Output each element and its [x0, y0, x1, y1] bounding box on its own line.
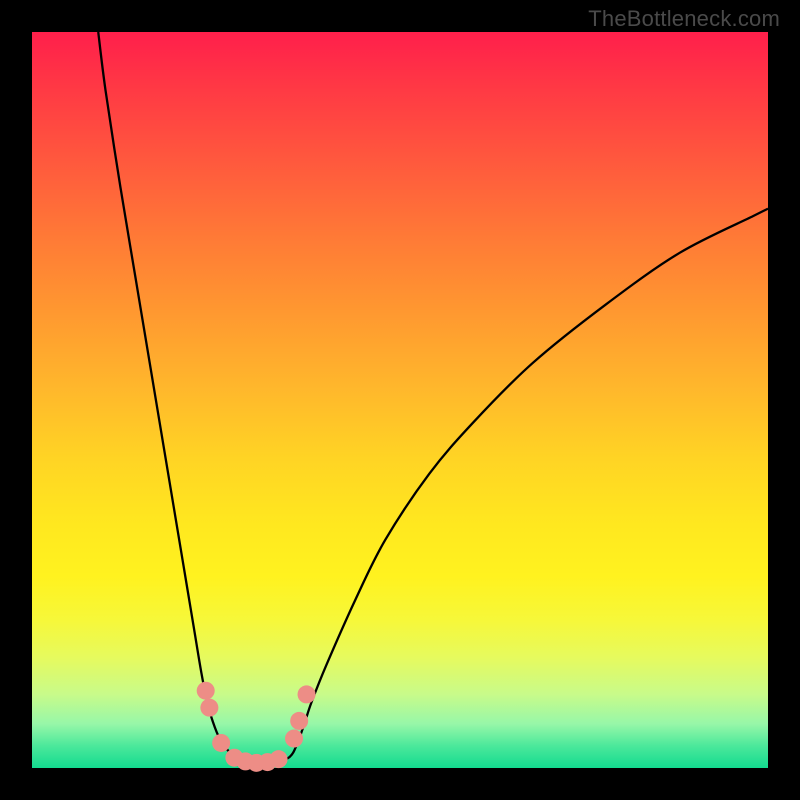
dot-right-b — [290, 712, 308, 730]
dot-left-b — [200, 699, 218, 717]
dot-right-a — [285, 730, 303, 748]
dot-bottom-e — [270, 750, 288, 768]
dot-right-c — [298, 685, 316, 703]
watermark-text: TheBottleneck.com — [588, 6, 780, 32]
plot-area — [32, 32, 768, 768]
dot-left-c — [212, 734, 230, 752]
dot-left-a — [197, 682, 215, 700]
left-curve — [98, 32, 260, 766]
chart-frame: TheBottleneck.com — [0, 0, 800, 800]
curves-svg — [32, 32, 768, 768]
right-curve — [260, 209, 768, 766]
